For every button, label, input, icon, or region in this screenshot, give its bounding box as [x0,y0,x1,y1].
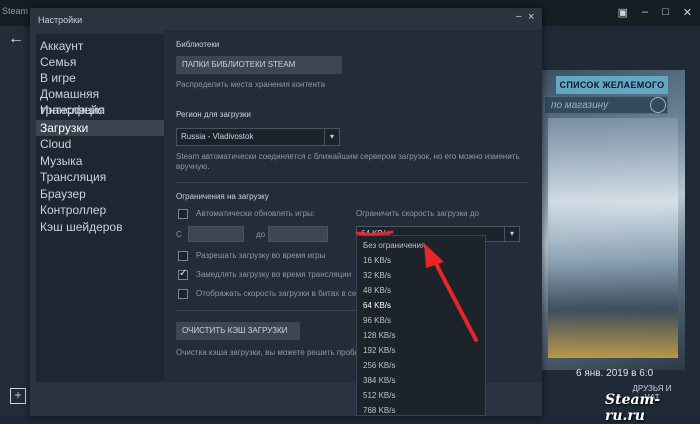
from-time-input[interactable] [188,226,244,242]
region-note-line1: Steam автоматически соединяется с ближай… [176,152,520,161]
region-note-line2: вручную. [176,162,210,171]
maximize-icon[interactable]: □ [662,6,669,19]
speed-option[interactable]: Без ограничения [363,241,425,250]
search-icon[interactable] [650,97,666,113]
speed-option[interactable]: 256 KB/s [363,361,395,370]
from-label: С [176,230,182,239]
section-divider [176,182,528,183]
libraries-heading: Библиотеки [176,40,220,49]
picture-in-picture-icon[interactable]: ▣ [618,6,628,19]
chevron-down-icon: ▾ [324,129,339,145]
client-title: Steam [2,6,29,16]
speed-option[interactable]: 384 KB/s [363,376,395,385]
sidebar-item-family[interactable]: Семья [40,54,164,70]
region-select-value: Russia - Vladivostok [181,132,254,141]
sidebar-item-broadcasting[interactable]: Трансляция [40,169,164,185]
chevron-down-icon: ▾ [504,227,519,241]
sidebar-item-music[interactable]: Музыка [40,153,164,169]
store-date: 6 янв. 2019 в 6:0 [576,368,654,379]
speed-dropdown-list: Без ограничения 16 KB/s 32 KB/s 48 KB/s … [356,235,486,416]
close-icon[interactable]: ✕ [683,6,692,19]
speed-option[interactable]: 48 KB/s [363,286,391,295]
site-watermark: Steam-ru.ru [605,392,661,424]
sidebar-item-in-game[interactable]: В игре [40,70,164,86]
store-game-art [548,118,678,358]
region-select[interactable]: Russia - Vladivostok ▾ [176,128,340,146]
auto-update-checkbox[interactable] [178,209,188,219]
show-bits-label: Отображать скорость загрузки в битах в с… [196,289,364,298]
dialog-title: Настройки [38,15,83,25]
libraries-description: Распределить места хранения контента [176,80,325,89]
auto-update-label: Автоматически обновлять игры: [196,209,315,218]
sidebar-item-home-streaming[interactable]: Домашняя трансляция [40,86,164,117]
speed-option[interactable]: 32 KB/s [363,271,391,280]
speed-option[interactable]: 128 KB/s [363,331,395,340]
limits-heading: Ограничения на загрузку [176,192,269,201]
sidebar-item-controller[interactable]: Контроллер [40,202,164,218]
region-heading: Регион для загрузки [176,110,251,119]
speed-option-selected[interactable]: 64 KB/s [363,301,391,310]
to-label: до [256,230,266,239]
checkmark-icon: ✓ [179,268,188,279]
library-folders-button[interactable]: ПАПКИ БИБЛИОТЕКИ STEAM [176,56,342,74]
cache-description: Очистка кэша загрузки, вы можете решить … [176,348,369,357]
dialog-close-icon[interactable]: × [528,11,534,23]
speed-limit-label: Ограничить скорость загрузки до [356,209,479,218]
back-arrow-icon[interactable]: ← [8,30,24,48]
sidebar-item-interface[interactable]: Интерфейс [40,102,164,118]
speed-option[interactable]: 768 KB/s [363,406,395,415]
add-game-icon[interactable]: + [10,388,26,404]
speed-option[interactable]: 192 KB/s [363,346,395,355]
section-divider [176,310,356,311]
sidebar-item-browser[interactable]: Браузер [40,186,164,202]
settings-sidebar: Аккаунт Семья В игре Домашняя трансляция… [36,34,164,382]
allow-during-games-checkbox[interactable] [178,251,188,261]
dialog-minimize-icon[interactable]: – [516,11,522,22]
sidebar-item-cloud[interactable]: Cloud [40,136,164,152]
window-controls: ▣ – □ ✕ [618,6,692,19]
sidebar-item-shader-cache[interactable]: Кэш шейдеров [40,219,164,235]
client-left-strip [0,26,30,416]
allow-during-games-label: Разрешать загрузку во время игры [196,251,326,260]
clear-download-cache-button[interactable]: ОЧИСТИТЬ КЭШ ЗАГРУЗКИ [176,322,300,340]
to-time-input[interactable] [268,226,328,242]
sidebar-item-account[interactable]: Аккаунт [40,38,164,54]
sidebar-item-downloads[interactable]: Загрузки [36,120,164,136]
throttle-broadcast-label: Замедлять загрузку во время трансляции [196,270,352,279]
speed-option[interactable]: 16 KB/s [363,256,391,265]
speed-option[interactable]: 96 KB/s [363,316,391,325]
wishlist-button[interactable]: СПИСОК ЖЕЛАЕМОГО [556,76,668,94]
minimize-icon[interactable]: – [642,6,648,19]
speed-option[interactable]: 512 KB/s [363,391,395,400]
show-bits-checkbox[interactable] [178,289,188,299]
